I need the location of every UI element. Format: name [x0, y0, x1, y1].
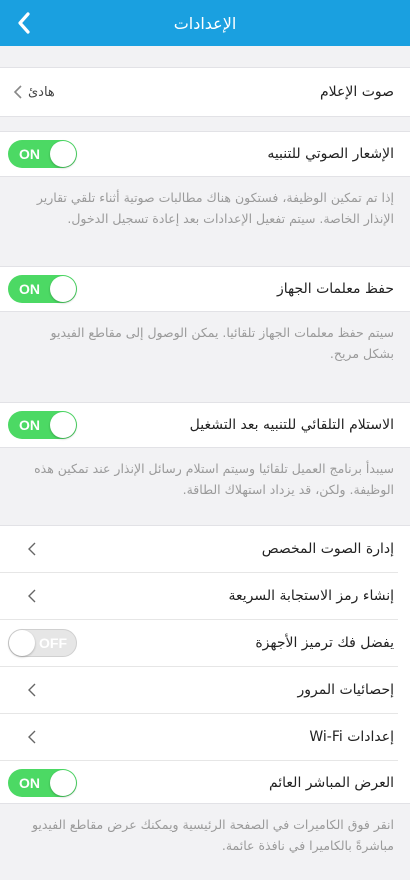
voice-alert-toggle[interactable]: ON: [8, 140, 77, 168]
toggle-state-text: ON: [19, 281, 40, 297]
floating-live-description: انقر فوق الكاميرات في الصفحة الرئيسية وي…: [31, 817, 394, 853]
wifi-settings-row[interactable]: إعدادات Wi-Fi: [0, 714, 410, 760]
auto-receive-toggle[interactable]: ON: [8, 411, 77, 439]
save-params-description: سيتم حفظ معلمات الجهاز تلقائيا. يمكن الو…: [50, 325, 394, 361]
settings-menu-group: إدارة الصوت المخصص إنشاء رمز الاستجابة ا…: [0, 525, 410, 804]
qr-code-row[interactable]: إنشاء رمز الاستجابة السريعة: [0, 573, 410, 619]
top-bar: الإعدادات: [0, 0, 410, 46]
voice-alert-description: إذا تم تمكين الوظيفة، فستكون هناك مطالبا…: [36, 190, 394, 226]
alarm-sound-row[interactable]: صوت الإعلام هادئ: [0, 67, 410, 117]
auto-receive-row: الاستلام التلقائي للتنبيه بعد التشغيل ON: [0, 402, 410, 448]
toggle-knob: [50, 141, 76, 167]
save-params-label: حفظ معلمات الجهاز: [276, 281, 394, 297]
save-params-toggle[interactable]: ON: [8, 275, 77, 303]
save-params-row: حفظ معلمات الجهاز ON: [0, 266, 410, 312]
chevron-left-icon: [13, 85, 22, 99]
chevron-left-icon: [28, 542, 36, 556]
chevron-left-icon: [18, 12, 30, 34]
hw-decode-toggle[interactable]: OFF: [8, 629, 77, 657]
voice-alert-label: الإشعار الصوتي للتنبيه: [267, 146, 394, 162]
toggle-knob: [9, 630, 35, 656]
toggle-state-text: OFF: [39, 635, 67, 651]
toggle-state-text: ON: [19, 775, 40, 791]
hw-decode-label: يفضل فك ترميز الأجهزة: [255, 635, 394, 651]
custom-sound-label: إدارة الصوت المخصص: [261, 541, 394, 557]
floating-live-label: العرض المباشر العائم: [268, 775, 394, 791]
toggle-state-text: ON: [19, 417, 40, 433]
back-button[interactable]: [10, 9, 38, 37]
toggle-knob: [50, 770, 76, 796]
alarm-sound-label: صوت الإعلام: [320, 84, 394, 100]
chevron-left-icon: [28, 683, 36, 697]
traffic-stats-row[interactable]: إحصائيات المرور: [0, 667, 410, 713]
toggle-knob: [50, 276, 76, 302]
chevron-left-icon: [28, 730, 36, 744]
auto-receive-label: الاستلام التلقائي للتنبيه بعد التشغيل: [189, 417, 394, 433]
toggle-knob: [50, 412, 76, 438]
traffic-stats-label: إحصائيات المرور: [297, 682, 394, 698]
alarm-sound-value: هادئ: [28, 84, 55, 100]
chevron-left-icon: [28, 589, 36, 603]
hw-decode-row: يفضل فك ترميز الأجهزة OFF: [0, 620, 410, 666]
voice-alert-row: الإشعار الصوتي للتنبيه ON: [0, 131, 410, 177]
wifi-settings-label: إعدادات Wi-Fi: [309, 729, 394, 745]
toggle-state-text: ON: [19, 146, 40, 162]
qr-code-label: إنشاء رمز الاستجابة السريعة: [228, 588, 394, 604]
floating-live-toggle[interactable]: ON: [8, 769, 77, 797]
floating-live-row: العرض المباشر العائم ON: [0, 761, 410, 805]
page-title: الإعدادات: [173, 13, 237, 33]
custom-sound-row[interactable]: إدارة الصوت المخصص: [0, 526, 410, 572]
auto-receive-description: سيبدأ برنامج العميل تلقائيا وسيتم استلام…: [34, 461, 394, 497]
